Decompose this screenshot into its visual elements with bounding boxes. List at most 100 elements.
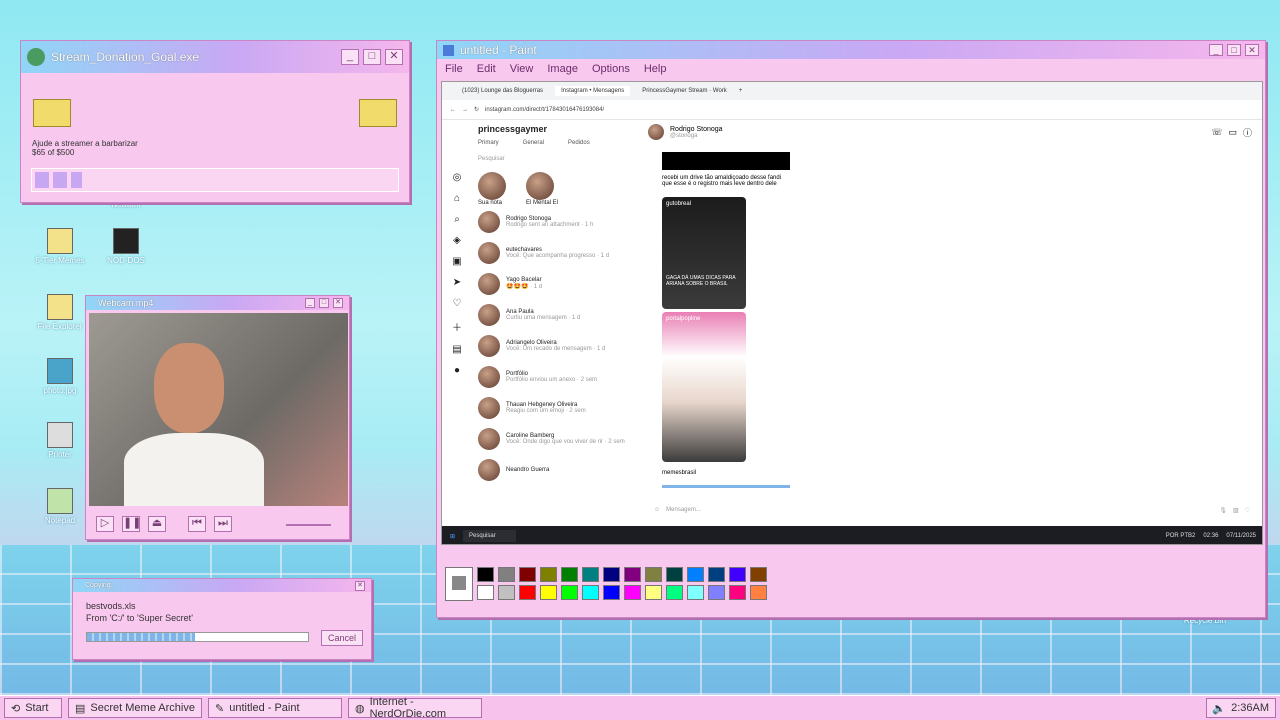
create-icon[interactable]: ＋ [452, 319, 462, 334]
emoji-icon[interactable]: ☺ [654, 507, 660, 513]
desktop-icon-file-explorer[interactable]: File Explorer [30, 294, 90, 331]
speaker-icon[interactable]: 🔈 [1212, 702, 1226, 715]
color-swatch[interactable] [666, 567, 683, 582]
conversation-item[interactable]: Caroline Bamberg Você: Onde digo que vou … [478, 423, 638, 454]
back-icon[interactable]: ← [450, 107, 456, 113]
maximize-button[interactable]: □ [1227, 44, 1241, 56]
filter-primary[interactable]: Primary [478, 140, 499, 146]
copy-titlebar[interactable]: Copying... ✕ [73, 579, 371, 592]
profile-icon[interactable]: ● [454, 365, 460, 376]
webcam-titlebar[interactable]: Webcam.mp4 _ □ ✕ [86, 296, 349, 310]
color-swatch[interactable] [603, 585, 620, 600]
close-button[interactable]: ✕ [333, 298, 343, 308]
color-swatch[interactable] [540, 567, 557, 582]
menu-options[interactable]: Options [592, 63, 630, 75]
desktop-icon-printer[interactable]: Printer [30, 422, 90, 459]
close-button[interactable]: ✕ [355, 580, 365, 591]
explore-icon[interactable]: ◈ [453, 235, 461, 246]
note-own[interactable]: Sua nota [478, 172, 506, 206]
next-button[interactable]: ⏭ [214, 516, 232, 532]
inner-search[interactable]: Pesquisar [463, 530, 516, 542]
color-swatch[interactable] [729, 585, 746, 600]
heart-icon[interactable]: ♡ [1245, 507, 1250, 514]
post-card-1[interactable]: gutobreal GAGA DÁ UMAS DICAS PARA ARIANA… [662, 197, 746, 309]
eject-button[interactable]: ⏏ [148, 516, 166, 532]
color-swatch[interactable] [687, 567, 704, 582]
color-swatch[interactable] [498, 585, 515, 600]
conversation-item[interactable]: eutechavares Você: Que acompanha progress… [478, 237, 638, 268]
post-card-2[interactable]: portalpopline [662, 312, 746, 462]
paint-titlebar[interactable]: untitled - Paint _ □ ✕ [437, 41, 1265, 59]
message-input[interactable]: ☺ Mensagem... 🎙 ▨ ♡ [654, 502, 1250, 518]
donation-titlebar[interactable]: Stream_Donation_Goal.exe _ □ ✕ [21, 41, 409, 73]
color-swatch[interactable] [624, 585, 641, 600]
browser-tab[interactable]: PrincessGaymer Stream · Work [636, 86, 733, 96]
taskbar-item-archive[interactable]: ▤ Secret Meme Archive [68, 698, 202, 718]
paint-window[interactable]: untitled - Paint _ □ ✕ File Edit View Im… [436, 40, 1266, 618]
conversation-item[interactable]: Neandro Guerra [478, 454, 638, 485]
desktop-icon-5-tier-memes[interactable]: 5-Tier Memes [30, 228, 90, 265]
instagram-icon[interactable]: ◎ [453, 172, 462, 183]
cancel-button[interactable]: Cancel [321, 630, 363, 646]
color-swatch[interactable] [477, 585, 494, 600]
conversation-item[interactable]: Ana Paula Curtiu uma mensagem · 1 d [478, 299, 638, 330]
color-swatch[interactable] [645, 585, 662, 600]
browser-tab-active[interactable]: Instagram • Mensagens [555, 86, 631, 96]
color-swatch[interactable] [561, 585, 578, 600]
color-swatch[interactable] [477, 567, 494, 582]
pause-button[interactable]: ❚❚ [122, 516, 141, 532]
post-card-3[interactable]: memesbrasil [662, 470, 790, 488]
desktop-icon-photo[interactable]: photo.jpg [30, 358, 90, 395]
call-icon[interactable]: ☏ [1211, 127, 1222, 138]
menu-help[interactable]: Help [644, 63, 667, 75]
paint-canvas[interactable]: (1023) Lounge das Bloguerras Instagram •… [441, 81, 1263, 545]
forward-icon[interactable]: → [462, 107, 468, 113]
color-swatch[interactable] [729, 567, 746, 582]
color-swatch[interactable] [687, 585, 704, 600]
color-swatch[interactable] [624, 567, 641, 582]
reload-icon[interactable]: ↻ [474, 106, 479, 113]
menu-edit[interactable]: Edit [477, 63, 496, 75]
taskbar-item-internet[interactable]: ◍ Internet - NerdOrDie.com [348, 696, 482, 720]
maximize-button[interactable]: □ [363, 49, 381, 65]
gallery-icon[interactable]: ▨ [1233, 507, 1239, 514]
color-swatch[interactable] [582, 585, 599, 600]
search-icon[interactable]: ⌕ [454, 214, 460, 225]
ig-username[interactable]: princessgaymer [478, 124, 638, 134]
color-swatch[interactable] [708, 585, 725, 600]
color-swatch[interactable] [498, 567, 515, 582]
heart-icon[interactable]: ♡ [453, 298, 462, 309]
close-button[interactable]: ✕ [385, 49, 403, 65]
filter-general[interactable]: General [523, 140, 544, 146]
color-swatch[interactable] [645, 567, 662, 582]
color-swatch[interactable] [561, 567, 578, 582]
home-icon[interactable]: ⌂ [454, 193, 460, 204]
color-swatch[interactable] [750, 585, 767, 600]
donation-window[interactable]: Stream_Donation_Goal.exe _ □ ✕ Ajude a s… [20, 40, 410, 203]
filter-requests[interactable]: Pedidos [568, 140, 590, 146]
windows-start-icon[interactable]: ⊞ [450, 533, 455, 540]
webcam-window[interactable]: Webcam.mp4 _ □ ✕ ▷ ❚❚ ⏏ ⏮ ⏭ [85, 295, 350, 540]
chat-name[interactable]: Rodrigo Stonoga [670, 126, 723, 133]
color-swatch[interactable] [750, 567, 767, 582]
copy-dialog[interactable]: Copying... ✕ bestvods.xls From 'C:/' to … [72, 578, 372, 660]
color-swatch[interactable] [582, 567, 599, 582]
volume-slider[interactable] [286, 524, 331, 526]
mic-icon[interactable]: 🎙 [1219, 507, 1227, 514]
new-tab-icon[interactable]: + [739, 88, 743, 94]
desktop-icon-notepad[interactable]: Notepad [30, 488, 90, 525]
ig-search-input[interactable]: Pesquisar [478, 156, 638, 162]
play-button[interactable]: ▷ [96, 516, 114, 532]
color-swatch[interactable] [519, 567, 536, 582]
conversation-item[interactable]: Adriangelo Oliveira Você: Um recado de me… [478, 330, 638, 361]
url-field[interactable]: instagram.com/direct/t/17843016476193084… [485, 107, 604, 113]
note-friend[interactable]: El Mental El [526, 172, 558, 206]
maximize-button[interactable]: □ [319, 298, 329, 308]
conversation-item[interactable]: Yago Bacelar 🤩🤩🤩 · 1 d [478, 268, 638, 299]
color-swatch[interactable] [519, 585, 536, 600]
dashboard-icon[interactable]: ▤ [452, 344, 461, 355]
conversation-item[interactable]: Thauan Hebgeney Oliveira Reagiu com um em… [478, 392, 638, 423]
menu-file[interactable]: File [445, 63, 463, 75]
taskbar-item-paint[interactable]: ✎ untitled - Paint [208, 698, 342, 718]
conversation-item[interactable]: Portfólio Portfólio enviou um anexo · 2 s… [478, 361, 638, 392]
